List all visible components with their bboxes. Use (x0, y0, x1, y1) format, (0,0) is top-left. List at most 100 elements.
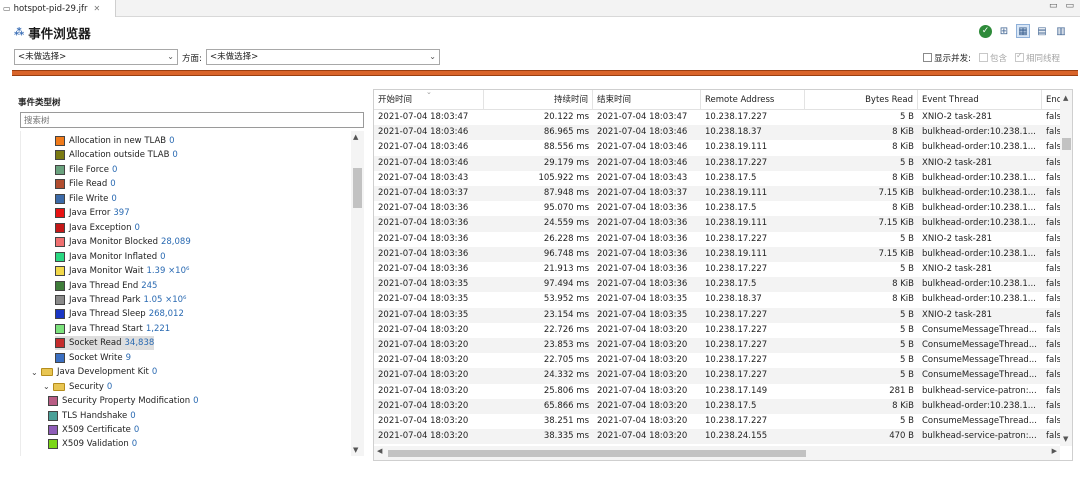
table-row[interactable]: 2021-07-04 18:03:20 65.866 ms 2021-07-04 1… (374, 398, 1060, 414)
tree-item[interactable]: File Force 0 (55, 163, 117, 177)
table-hscroll-thumb[interactable] (388, 450, 806, 457)
table-row[interactable]: 2021-07-04 18:03:36 24.559 ms 2021-07-04 1… (374, 216, 1060, 232)
table-row[interactable]: 2021-07-04 18:03:36 95.070 ms 2021-07-04 1… (374, 201, 1060, 216)
table-row[interactable]: 2021-07-04 18:03:20 24.332 ms 2021-07-04 1… (374, 368, 1060, 384)
details-layout-icon[interactable]: ▤ (1035, 24, 1049, 38)
table-cell: 10.238.17.227 (705, 324, 768, 335)
timeline-bar[interactable] (12, 70, 1078, 76)
tree-item-label: Socket Write (69, 352, 123, 363)
show-concurrent-checkbox[interactable]: 显示并发: (923, 52, 971, 64)
tree-item[interactable]: X509 Validation 0 (48, 437, 137, 451)
event-color-swatch (55, 193, 65, 204)
tree-item[interactable]: Java Thread Park 1.05 ×10⁶ (55, 293, 186, 307)
tree-item[interactable]: Java Error 397 (55, 206, 130, 220)
table-row[interactable]: 2021-07-04 18:03:35 97.494 ms 2021-07-04 1… (374, 277, 1060, 293)
table-row[interactable]: 2021-07-04 18:03:46 86.965 ms 2021-07-04 1… (374, 125, 1060, 141)
table-cell: 10.238.17.227 (705, 112, 768, 122)
tree-item[interactable]: X509 Certificate 0 (48, 423, 139, 437)
table-cell: 8 KiB (892, 142, 914, 153)
tree-item-count: 0 (134, 222, 140, 233)
column-header[interactable]: Remote Address (701, 90, 805, 110)
tree-item[interactable]: TLS Handshake 0 (48, 409, 136, 423)
tree-item[interactable]: ⌄ Java Development Kit 0 (31, 365, 157, 379)
scroll-up-icon[interactable]: ▲ (1063, 94, 1068, 102)
check-ok-icon[interactable]: ✓ (979, 24, 992, 38)
tree-item[interactable]: Java Monitor Wait 1.39 ×10⁶ (55, 264, 189, 278)
table-row[interactable]: 2021-07-04 18:03:47 20.122 ms 2021-07-04 1… (374, 110, 1060, 125)
column-header[interactable]: 持续时间 (484, 90, 593, 110)
scroll-left-icon[interactable]: ◀ (377, 447, 382, 455)
table-cell: 24.332 ms (543, 370, 589, 381)
table-row[interactable]: 2021-07-04 18:03:37 87.948 ms 2021-07-04 1… (374, 186, 1060, 202)
table-row[interactable]: 2021-07-04 18:03:43 105.922 ms 2021-07-04 … (374, 171, 1060, 186)
scroll-right-icon[interactable]: ▶ (1052, 447, 1057, 455)
tree-item[interactable]: Security Property Modification 0 (48, 394, 199, 408)
tree-item[interactable]: Java Exception 0 (55, 221, 140, 235)
event-color-swatch (55, 352, 65, 363)
table-row[interactable]: 2021-07-04 18:03:20 38.335 ms 2021-07-04 1… (374, 429, 1060, 445)
table-row[interactable]: 2021-07-04 18:03:36 26.228 ms 2021-07-04 1… (374, 232, 1060, 247)
table-horizontal-scrollbar[interactable]: ◀ ▶ (374, 446, 1060, 460)
table-row[interactable]: 2021-07-04 18:03:46 29.179 ms 2021-07-04 1… (374, 155, 1060, 171)
table-cell: 2021-07-04 18:03:36 (378, 248, 469, 259)
tree-scroll-thumb[interactable] (353, 168, 362, 208)
table-row[interactable]: 2021-07-04 18:03:20 38.251 ms 2021-07-04 1… (374, 414, 1060, 429)
same-thread-checkbox[interactable]: 相同线程 (1014, 51, 1060, 64)
table-row[interactable]: 2021-07-04 18:03:20 22.705 ms 2021-07-04 1… (374, 353, 1060, 368)
table-cell: 8 KiB (892, 127, 914, 138)
tree-search-input[interactable] (20, 112, 364, 128)
table-row[interactable]: 2021-07-04 18:03:35 53.952 ms 2021-07-04 1… (374, 292, 1060, 307)
tree-item[interactable]: File Read 0 (55, 177, 116, 191)
tree-item[interactable]: Allocation in new TLAB 0 (55, 134, 175, 148)
expand-chevron-icon[interactable]: ⌄ (43, 382, 53, 391)
tree-item-count: 1,221 (145, 323, 171, 334)
table-cell: 2021-07-04 18:03:20 (378, 324, 469, 335)
scroll-up-icon[interactable]: ▲ (353, 133, 358, 141)
tree-item-count: 0 (130, 410, 136, 421)
column-header[interactable]: Bytes Read (805, 90, 918, 110)
table-vscroll-thumb[interactable] (1062, 138, 1071, 150)
table-cell: 2021-07-04 18:03:35 (378, 294, 469, 305)
tree-item[interactable]: Java Thread Start 1,221 (55, 322, 170, 336)
table-row[interactable]: 2021-07-04 18:03:35 23.154 ms 2021-07-04 1… (374, 307, 1060, 323)
tree-layout-icon[interactable]: ▦ (1016, 24, 1030, 38)
column-header[interactable]: 结束时间 (593, 90, 701, 110)
table-vertical-scrollbar[interactable]: ▲ ▼ (1060, 90, 1072, 446)
table-row[interactable]: 2021-07-04 18:03:36 21.913 ms 2021-07-04 1… (374, 262, 1060, 277)
table-layout-icon[interactable]: ▥ (1054, 24, 1068, 38)
table-row[interactable]: 2021-07-04 18:03:20 22.726 ms 2021-07-04 1… (374, 323, 1060, 338)
table-cell: 10.238.19.111 (705, 142, 768, 153)
tree-item[interactable]: Java Thread End 245 (55, 279, 157, 293)
table-row[interactable]: 2021-07-04 18:03:20 25.806 ms 2021-07-04 1… (374, 384, 1060, 399)
table-row[interactable]: 2021-07-04 18:03:36 96.748 ms 2021-07-04 1… (374, 246, 1060, 262)
close-tab-icon[interactable]: ✕ (94, 4, 101, 13)
expand-chevron-icon[interactable]: ⌄ (31, 368, 41, 377)
tree-item-count: 0 (169, 136, 175, 146)
minimize-icon[interactable]: ▭ (1049, 1, 1058, 11)
event-color-swatch (55, 150, 65, 161)
tree-item[interactable]: Java Thread Sleep 268,012 (55, 307, 184, 321)
scroll-down-icon[interactable]: ▼ (353, 446, 358, 454)
tree-item[interactable]: Socket Read 34,838 (55, 336, 155, 351)
scroll-down-icon[interactable]: ▼ (1063, 435, 1068, 443)
editor-tab[interactable]: ▭ hotspot-pid-29.jfr ✕ (0, 0, 116, 17)
type-filter-select[interactable]: <未做选择> ⌄ (14, 49, 178, 65)
aspect-select[interactable]: <未做选择> ⌄ (206, 49, 440, 65)
column-header[interactable]: Event Thread (918, 90, 1042, 110)
tree-item[interactable]: Java Monitor Inflated 0 (55, 250, 166, 264)
tree-item[interactable]: Socket Write 9 (55, 351, 131, 365)
tree-item[interactable]: Java Monitor Blocked 28,089 (55, 235, 191, 249)
maximize-icon[interactable]: ▭ (1065, 1, 1074, 11)
table-row[interactable]: 2021-07-04 18:03:20 23.853 ms 2021-07-04 1… (374, 338, 1060, 354)
tree-item[interactable]: ⌄ Security 0 (43, 380, 112, 394)
tree-item[interactable]: Allocation outside TLAB 0 (55, 148, 178, 162)
edit-rule-icon[interactable]: ⊞ (997, 24, 1011, 38)
table-cell: 86.965 ms (543, 127, 589, 138)
contains-checkbox[interactable]: 包含 (978, 52, 1007, 64)
table-cell: 7.15 KiB (878, 218, 914, 229)
table-cell: 8 KiB (892, 279, 914, 290)
table-row[interactable]: 2021-07-04 18:03:46 88.556 ms 2021-07-04 1… (374, 140, 1060, 155)
tree-item[interactable]: File Write 0 (55, 192, 117, 206)
tree-scrollbar[interactable]: ▲ ▼ (351, 131, 364, 456)
table-cell: 2021-07-04 18:03:47 (597, 112, 688, 122)
